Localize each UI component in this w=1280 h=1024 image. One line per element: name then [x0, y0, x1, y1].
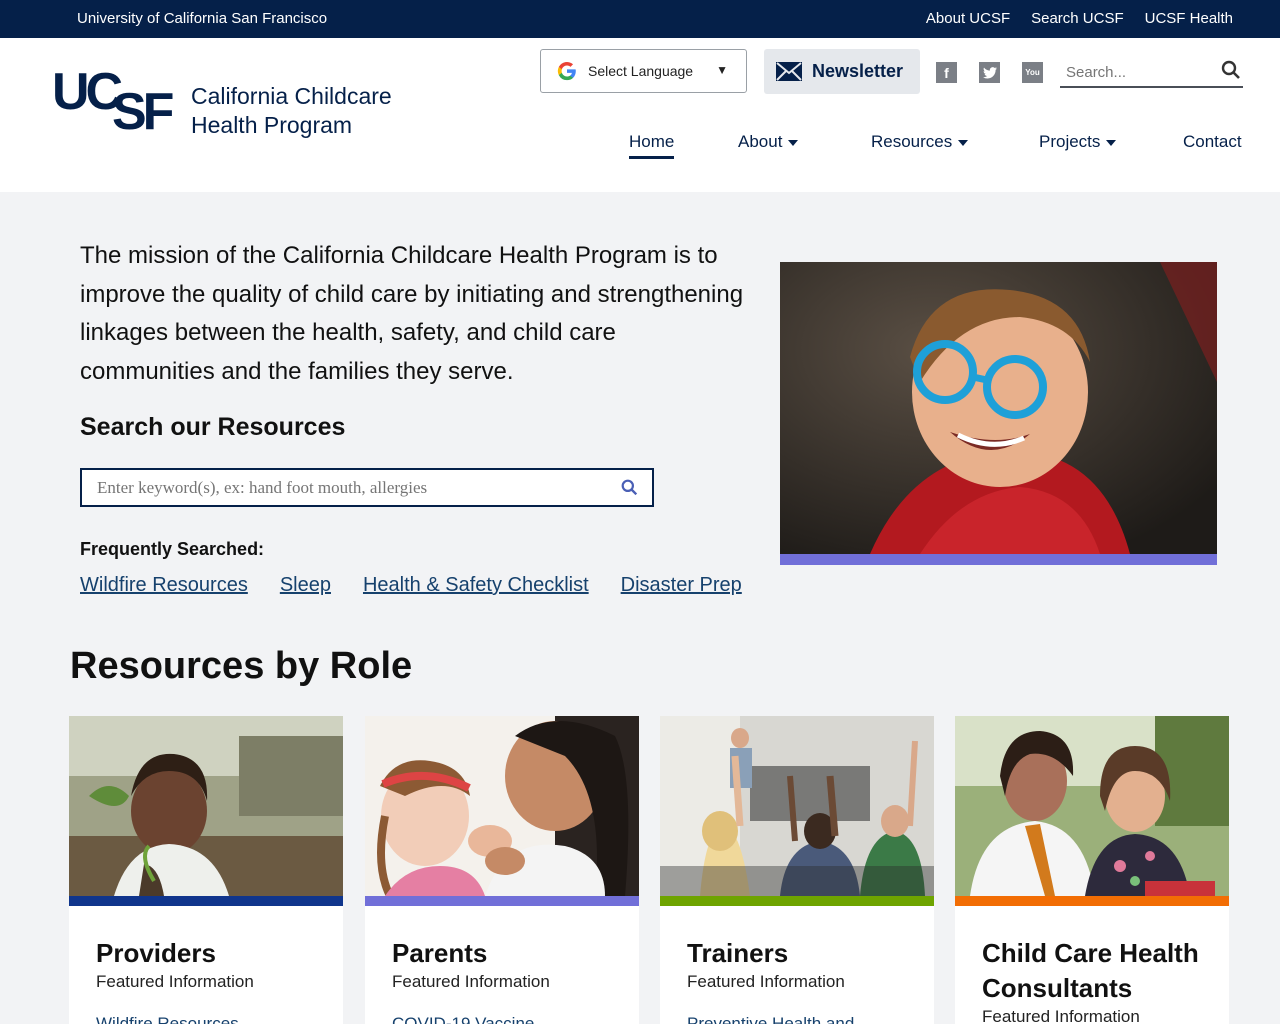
nav-resources-label: Resources [871, 132, 953, 151]
role-card-consultants[interactable]: Child Care Health Consultants Featured I… [955, 716, 1229, 1024]
quick-links: Wildfire Resources Sleep Health & Safety… [80, 574, 774, 597]
resource-search [80, 468, 654, 507]
hero-accent-band [780, 554, 1217, 565]
youtube-icon-text: You [1025, 68, 1040, 77]
caret-down-icon: ▼ [716, 63, 728, 77]
trainers-band [660, 896, 934, 906]
nav-about[interactable]: About [738, 132, 799, 152]
search-icon[interactable] [1221, 60, 1241, 80]
quick-link-sleep[interactable]: Sleep [280, 574, 331, 597]
providers-band [69, 896, 343, 906]
logo-sf: SF [112, 83, 174, 141]
resources-by-role-heading: Resources by Role [70, 645, 413, 687]
quick-link-checklist[interactable]: Health & Safety Checklist [363, 574, 589, 597]
role-card-parents[interactable]: Parents Featured Information COVID-19 Va… [365, 716, 639, 1024]
card-subtitle: Featured Information [687, 972, 845, 991]
role-card-trainers[interactable]: Trainers Featured Information Preventive… [660, 716, 934, 1024]
twitter-icon[interactable] [979, 62, 1000, 83]
card-link[interactable]: Wildfire Resources [96, 1014, 239, 1024]
card-subtitle: Featured Information [96, 972, 254, 991]
parents-band [365, 896, 639, 906]
card-link[interactable]: COVID-19 Vaccine [392, 1014, 534, 1024]
card-title: Child Care Health Consultants [982, 938, 1199, 1003]
about-ucsf-link[interactable]: About UCSF [926, 10, 1010, 27]
card-link[interactable]: Preventive Health and [687, 1014, 854, 1024]
trainers-photo [660, 716, 934, 896]
nav-projects-label: Projects [1039, 132, 1101, 151]
program-name: California Childcare Health Program [191, 82, 392, 140]
program-name-line2: Health Program [191, 112, 353, 138]
mission-statement: The mission of the California Childcare … [80, 242, 744, 385]
ucsf-logo-mark: UC SF [52, 63, 177, 141]
site-header: UC SF California Childcare Health Progra… [0, 38, 1280, 192]
card-title: Trainers [687, 938, 789, 968]
nav-home-label: Home [629, 132, 675, 151]
card-subtitle: Featured Information [982, 1007, 1140, 1024]
newsletter-button[interactable]: Newsletter [764, 49, 920, 94]
resource-search-input[interactable] [82, 477, 621, 498]
consultants-band [955, 896, 1229, 906]
top-links: About UCSF Search UCSF UCSF Health [926, 10, 1233, 27]
quick-link-wildfire[interactable]: Wildfire Resources [80, 574, 248, 597]
caret-down-icon [788, 140, 799, 146]
card-subtitle: Featured Information [392, 972, 550, 991]
nav-resources[interactable]: Resources [871, 132, 969, 152]
site-logo[interactable]: UC SF California Childcare Health Progra… [52, 63, 392, 141]
parents-photo [365, 716, 639, 896]
google-icon [557, 61, 576, 81]
ucsf-health-link[interactable]: UCSF Health [1145, 10, 1233, 27]
frequently-searched-label: Frequently Searched: [80, 539, 265, 559]
language-select[interactable]: Select Language ▼ [540, 49, 747, 93]
youtube-icon[interactable]: You [1022, 62, 1043, 83]
nav-about-label: About [738, 132, 783, 151]
newsletter-label: Newsletter [812, 61, 904, 81]
language-label: Select Language [588, 63, 694, 79]
logo-uc: UC [52, 63, 123, 121]
nav-projects[interactable]: Projects [1039, 132, 1117, 152]
hero-photo [780, 262, 1217, 554]
card-title: Parents [392, 938, 488, 968]
providers-photo [69, 716, 343, 896]
search-ucsf-link[interactable]: Search UCSF [1031, 10, 1124, 27]
role-card-providers[interactable]: Providers Featured Information Wildfire … [69, 716, 343, 1024]
search-resources-heading: Search our Resources [80, 413, 346, 441]
caret-down-icon [958, 140, 969, 146]
header-search [1060, 58, 1243, 88]
quick-link-disaster[interactable]: Disaster Prep [621, 574, 742, 597]
search-icon[interactable] [621, 479, 638, 496]
caret-down-icon [1106, 140, 1117, 146]
nav-contact[interactable]: Contact [1183, 132, 1242, 152]
ucsf-top-bar: University of California San Francisco A… [0, 0, 1280, 38]
consultants-photo [955, 716, 1229, 896]
envelope-icon [776, 62, 802, 81]
university-link[interactable]: University of California San Francisco [77, 10, 327, 27]
program-name-line1: California Childcare [191, 83, 392, 109]
header-search-input[interactable] [1060, 63, 1210, 81]
card-title: Providers [96, 938, 216, 968]
facebook-icon[interactable]: f [936, 62, 957, 83]
nav-home[interactable]: Home [629, 132, 675, 159]
nav-contact-label: Contact [1183, 132, 1242, 151]
